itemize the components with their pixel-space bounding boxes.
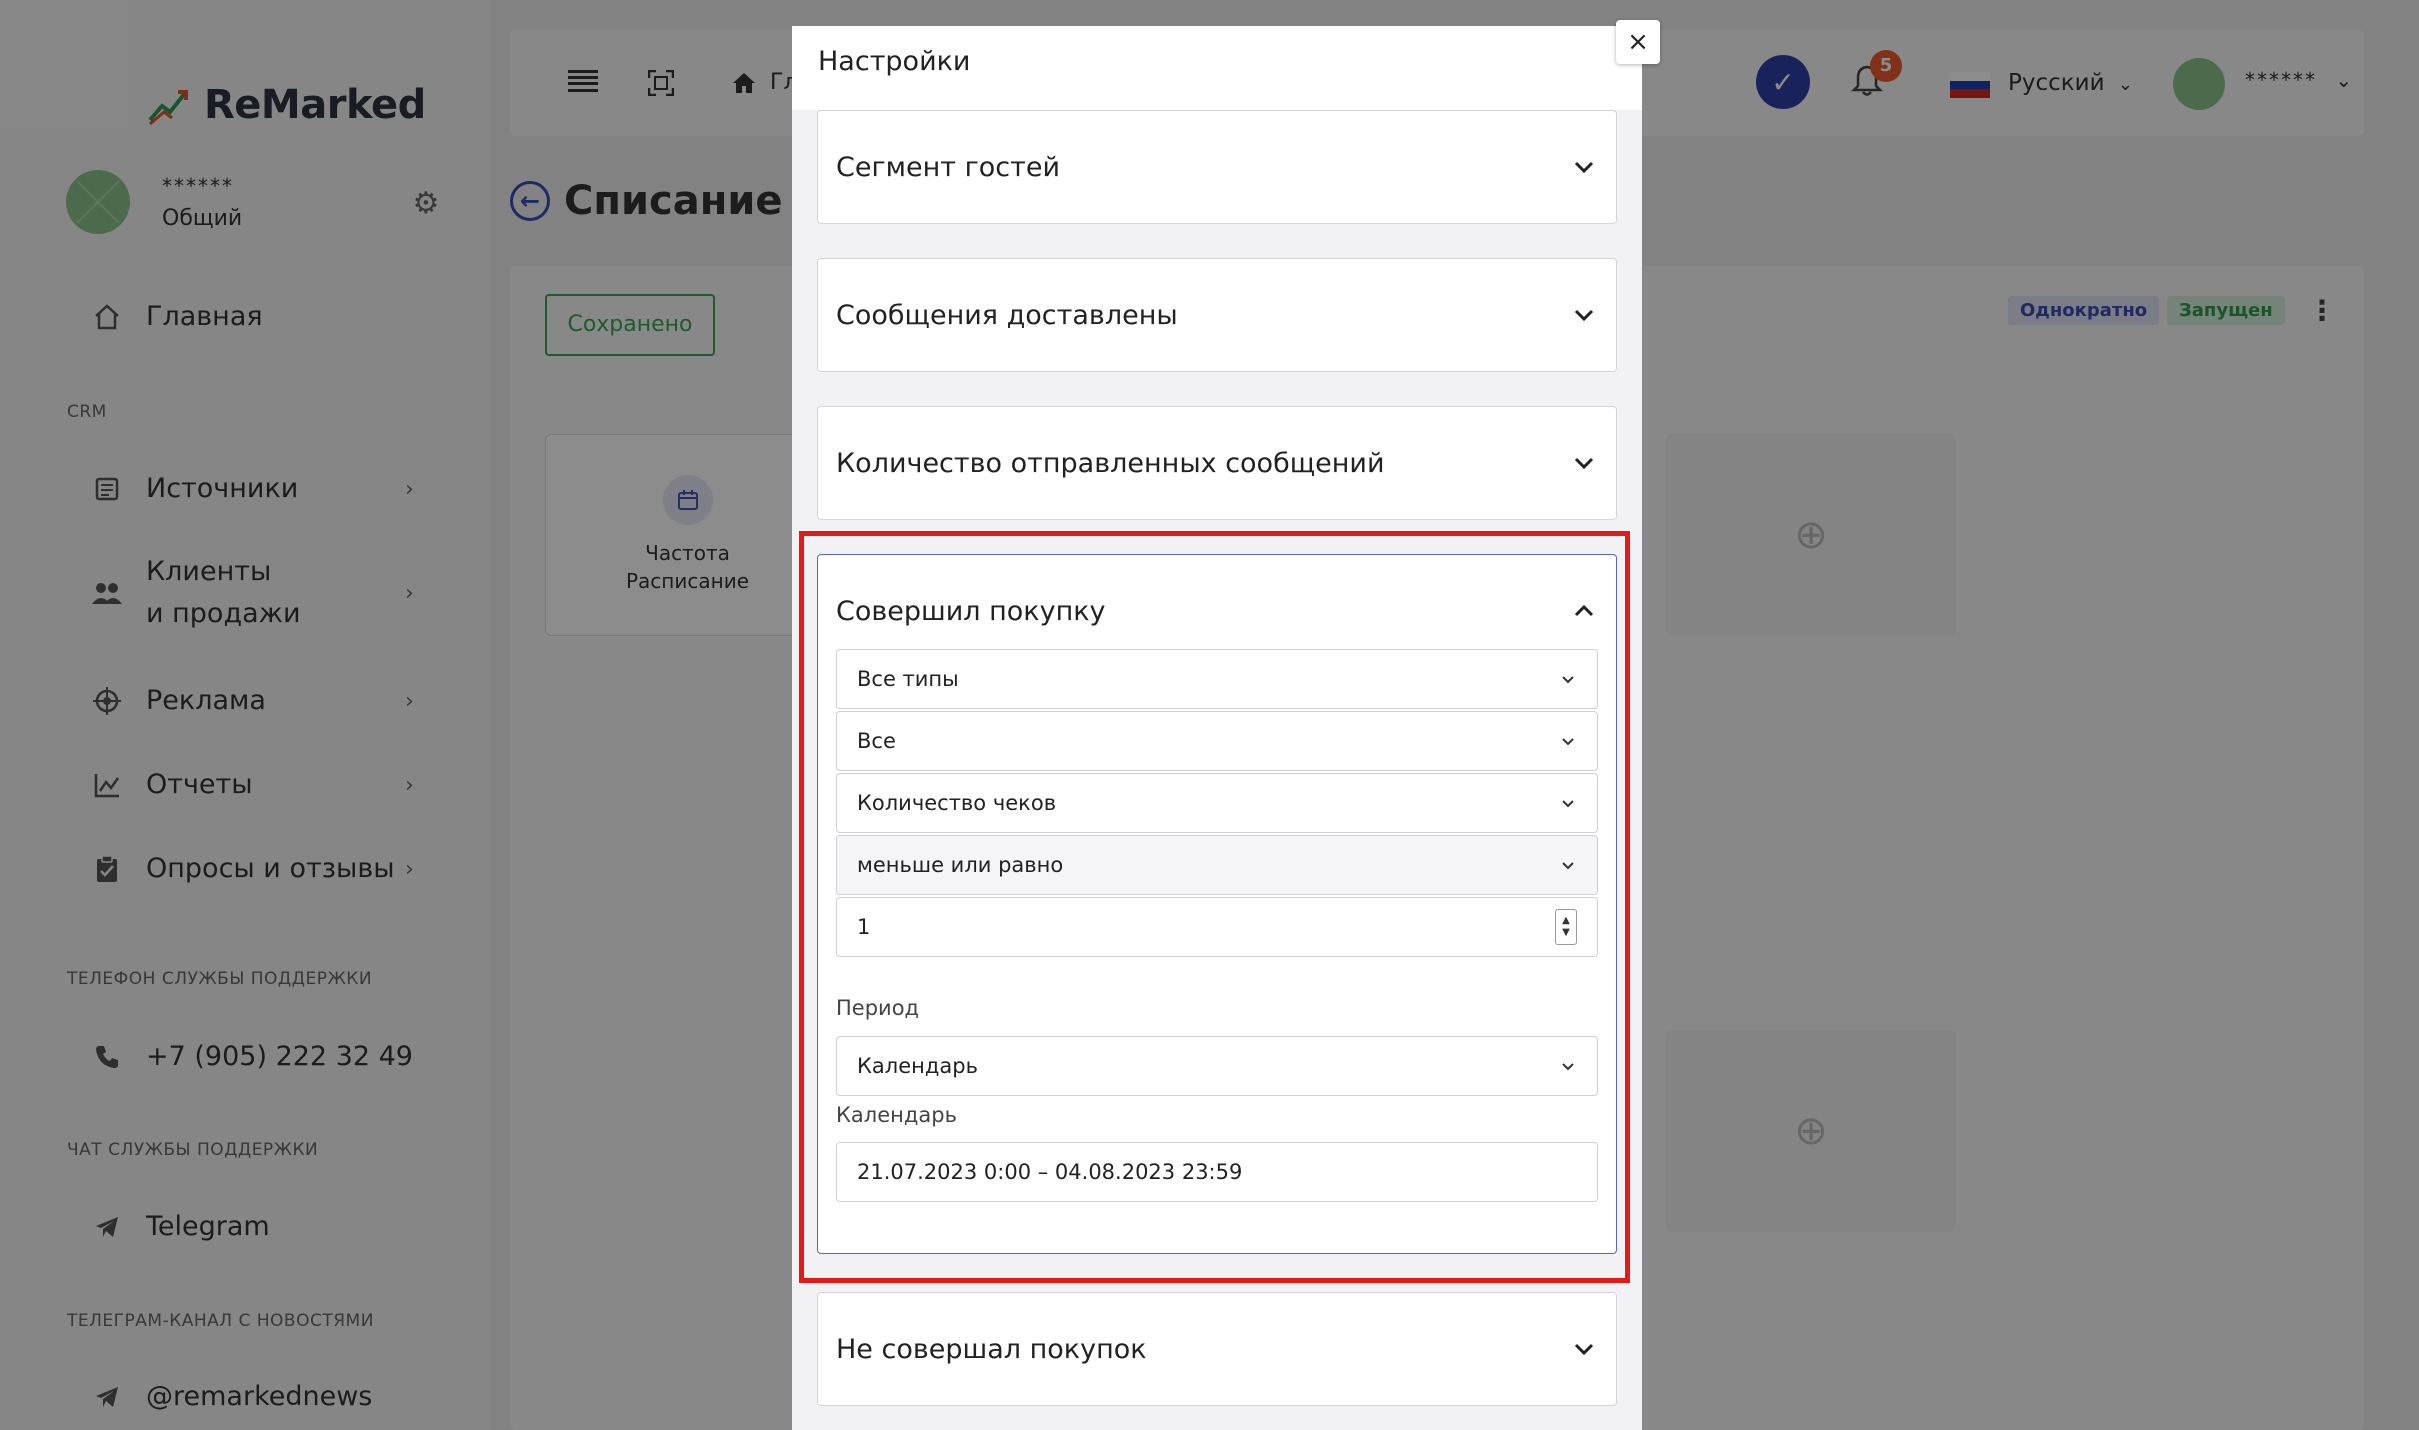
accordion-title: Сообщения доставлены — [836, 299, 1178, 331]
accordion-title: Сегмент гостей — [836, 151, 1061, 183]
close-button[interactable]: × — [1616, 20, 1660, 64]
chevron-down-icon — [1574, 457, 1594, 470]
chevron-down-icon — [1574, 1343, 1594, 1356]
accordion-title: Не совершал покупок — [836, 1333, 1147, 1365]
chevron-down-icon — [1574, 309, 1594, 322]
accordion-guest-segment[interactable]: Сегмент гостей — [817, 110, 1617, 224]
chevron-down-icon — [1574, 161, 1594, 174]
accordion-no-purchases[interactable]: Не совершал покупок — [817, 1292, 1617, 1406]
accordion-sent-messages-count[interactable]: Количество отправленных сообщений — [817, 406, 1617, 520]
modal-title: Настройки — [818, 46, 971, 77]
highlight-frame — [799, 531, 1630, 1283]
accordion-messages-delivered[interactable]: Сообщения доставлены — [817, 258, 1617, 372]
close-icon: × — [1627, 27, 1649, 57]
accordion-title: Количество отправленных сообщений — [836, 447, 1385, 479]
